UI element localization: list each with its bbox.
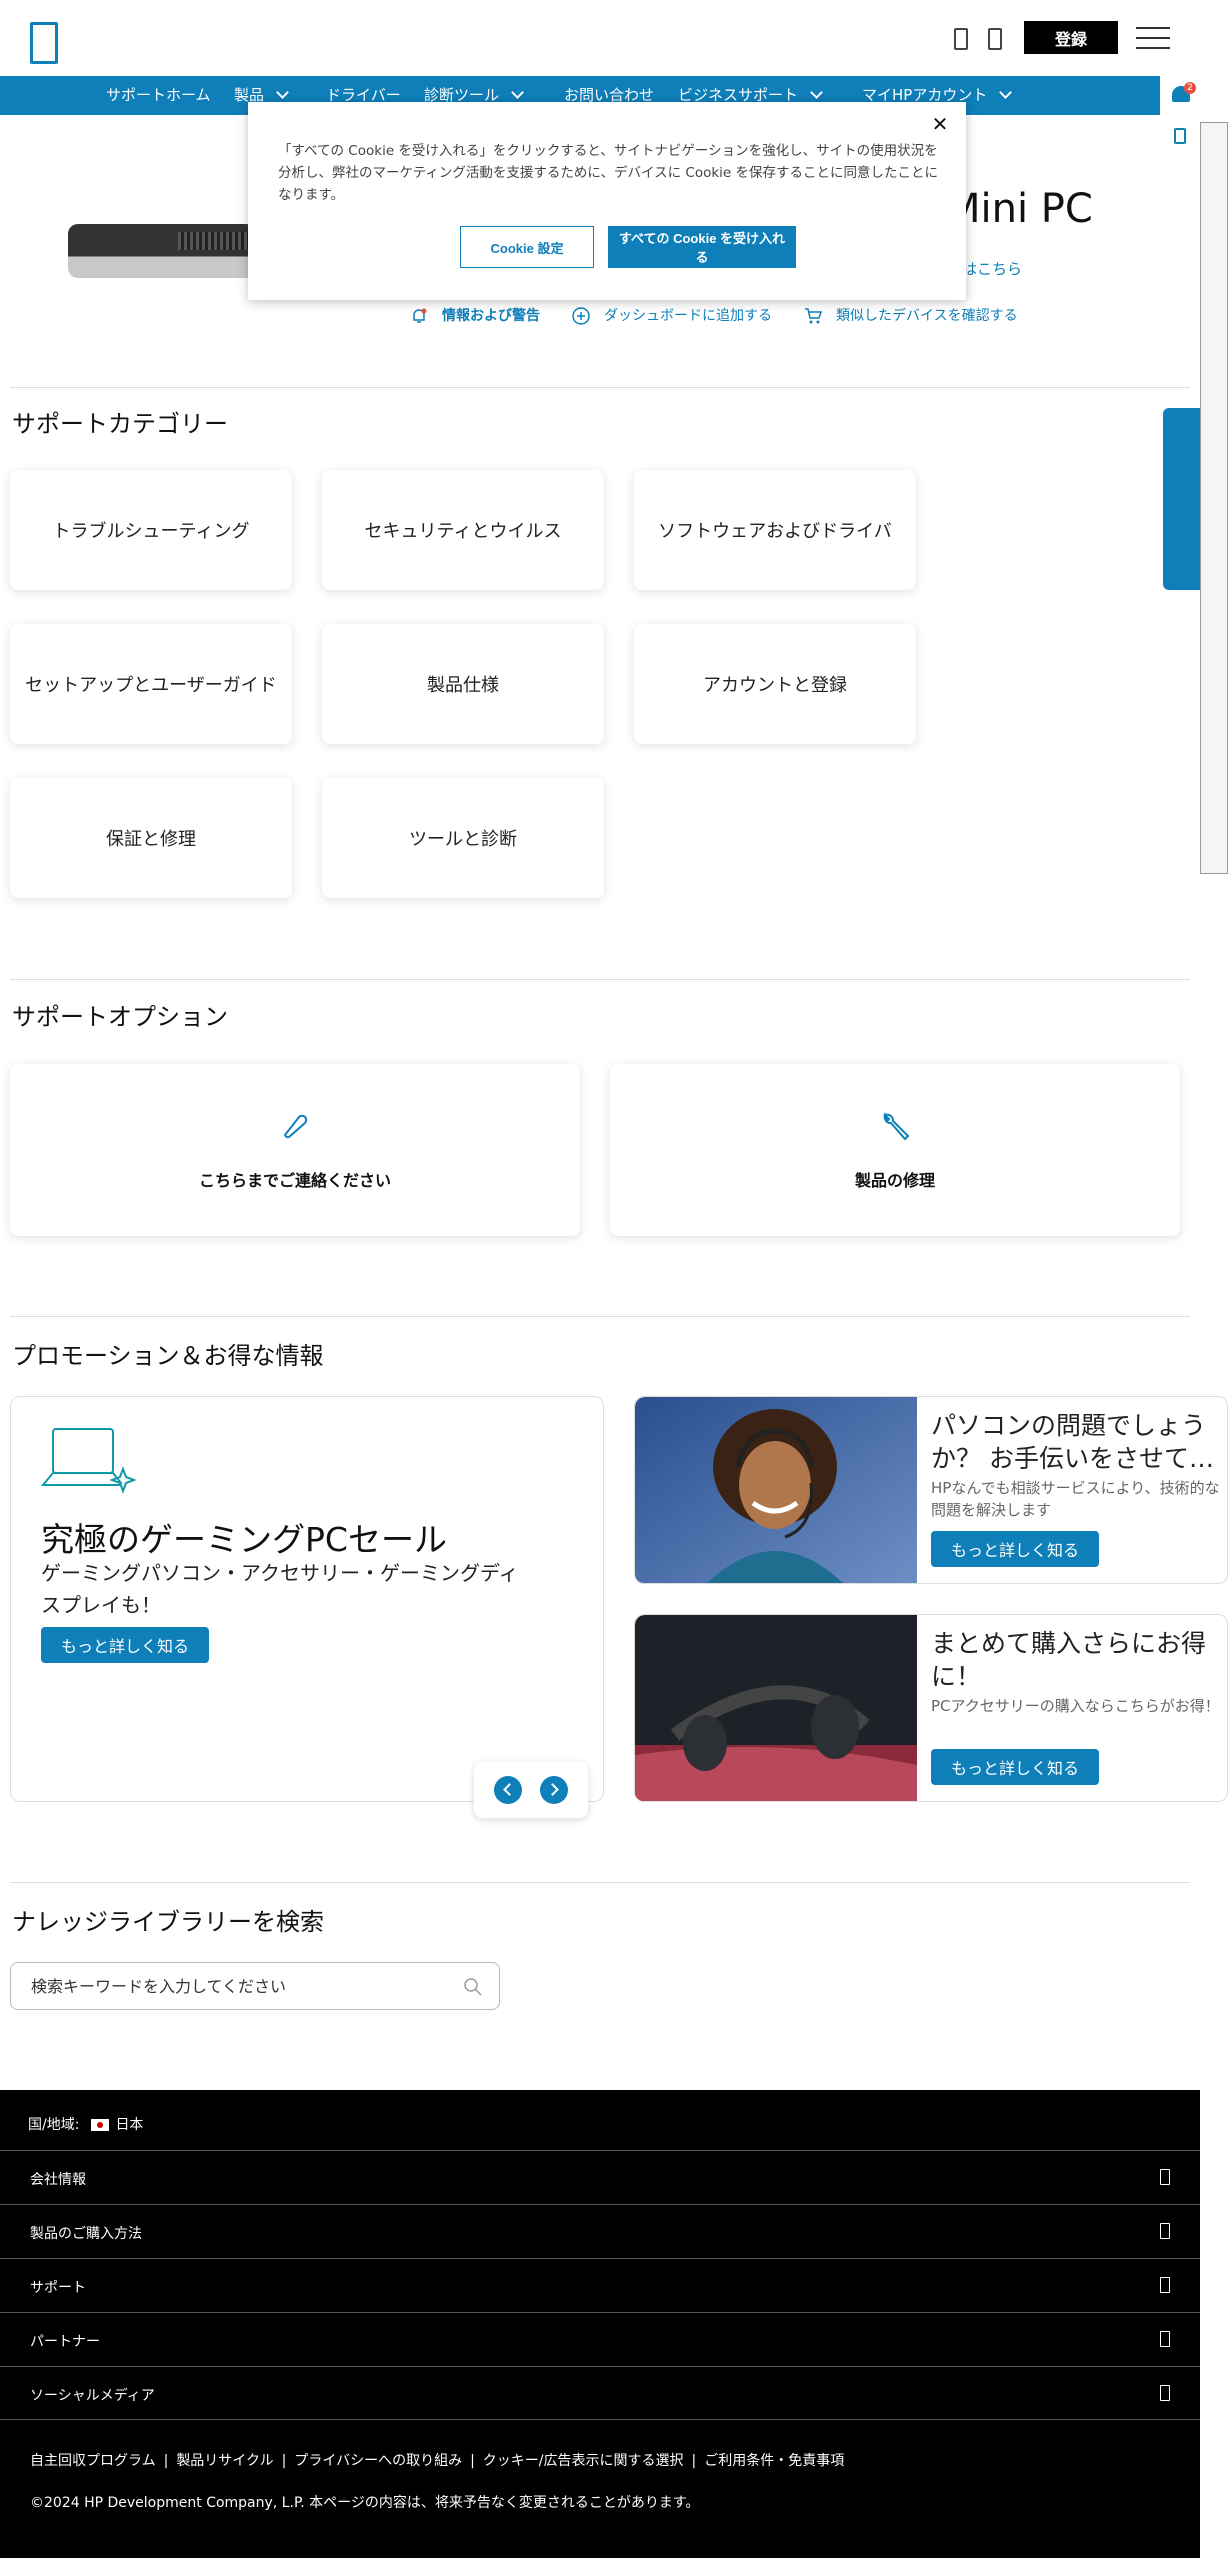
product-link[interactable]: はこちら [962,258,1022,279]
expand-icon [1160,2385,1170,2401]
section-divider [10,387,1190,388]
knowledge-search-box [10,1962,500,2010]
footer-legal-links: 自主回収プログラム | 製品リサイクル | プライバシーへの取り組み | クッキー/広告表示… [30,2453,845,2469]
product-image [68,218,256,280]
device-icon[interactable] [954,28,968,50]
category-account-registration[interactable]: アカウントと登録 [634,624,916,744]
expand-icon [1160,2223,1170,2239]
cart-icon [805,308,822,324]
footer-section-how-to-buy[interactable]: 製品のご購入方法 [0,2204,1200,2258]
footer-link-recall[interactable]: 自主回収プログラム [30,2453,156,2469]
footer-link-cookies[interactable]: クッキー/広告表示に関する選択 [483,2453,684,2469]
knowledge-search-input[interactable] [29,1971,449,2001]
promo-main-learn-more-button[interactable]: もっと詳しく知る [41,1627,210,1663]
chat-icon[interactable] [1174,128,1186,144]
promo-card-support-text: HPなんでも相談サービスにより、技術的な問題を解決します [931,1479,1220,1519]
cart-icon[interactable] [988,28,1002,50]
info-alerts-link[interactable]: 情報および警告 [410,304,540,328]
plus-circle-icon [572,307,590,325]
hp-logo-icon[interactable] [30,22,58,64]
phone-icon [283,1114,308,1139]
section-divider [10,1882,1190,1883]
promo-main-heading: 究極のゲーミングPCセール [41,1520,447,1559]
notification-badge: 2 [1184,82,1196,94]
chevron-down-icon [511,86,524,99]
contact-us-card[interactable]: こちらまでご連絡ください [10,1064,580,1236]
chevron-down-icon [999,86,1013,99]
nav-item-support-home[interactable]: サポートホーム [106,76,211,115]
cookie-text: 「すべての Cookie を受け入れる」をクリックすると、サイトナビゲーションを… [278,143,939,203]
footer-section-partners[interactable]: パートナー [0,2312,1200,2366]
category-troubleshooting[interactable]: トラブルシューティング [10,470,292,590]
promo-card-accessories-heading: まとめて購入さらにお得に！ [931,1629,1207,1691]
support-categories-title: サポートカテゴリー [12,410,228,438]
footer-section-support[interactable]: サポート [0,2258,1200,2312]
add-to-dashboard-link[interactable]: ダッシュボードに追加する [572,304,772,328]
expand-icon [1160,2331,1170,2347]
promo-card-support[interactable]: パソコンの問題でしょうか？ お手伝いをさせて… HPなんでも相談サービスにより、… [634,1396,1228,1584]
carousel-prev-button[interactable] [494,1776,522,1804]
footer-link-privacy[interactable]: プライバシーへの取り組み [294,2453,462,2469]
headset-image [635,1615,917,1801]
footer-link-recycling[interactable]: 製品リサイクル [176,2453,273,2469]
category-software-drivers[interactable]: ソフトウェアおよびドライバ [634,470,916,590]
scrollbar[interactable] [1200,122,1228,874]
promo-card-accessories-text: PCアクセサリーの購入ならこちらがお得！ [931,1697,1220,1715]
footer-section-social[interactable]: ソーシャルメディア [0,2366,1200,2420]
notification-bell-icon[interactable]: 2 [1168,80,1196,108]
accept-all-cookies-button[interactable]: すべての Cookie を受け入れる [608,226,796,268]
promo-card-support-heading: パソコンの問題でしょうか？ お手伝いをさせて… [931,1411,1214,1473]
carousel-next-button[interactable] [540,1776,568,1804]
chevron-down-icon [810,86,823,99]
category-setup-guides[interactable]: セットアップとユーザーガイド [10,624,292,744]
footer-section-company[interactable]: 会社情報 [0,2150,1200,2204]
promo-card-accessories[interactable]: まとめて購入さらにお得に！ PCアクセサリーの購入ならこちらがお得！ もっと詳し… [634,1614,1228,1802]
promo-main-card[interactable]: 究極のゲーミングPCセール ゲーミングパソコン・アクセサリー・ゲーミングディスプ… [10,1396,604,1802]
footer-link-terms[interactable]: ご利用条件・免責事項 [704,2453,844,2469]
copyright-text: ©2024 HP Development Company, L.P. 本ページの… [30,2495,700,2511]
promotions-title: プロモーション＆お得な情報 [12,1342,324,1370]
category-warranty-repair[interactable]: 保証と修理 [10,778,292,898]
promo-card-accessories-learn-more-button[interactable]: もっと詳しく知る [931,1749,1100,1785]
promo-card-support-learn-more-button[interactable]: もっと詳しく知る [931,1531,1100,1567]
similar-devices-link[interactable]: 類似したデバイスを確認する [804,304,1018,328]
promo-main-subtext: ゲーミングパソコン・アクセサリー・ゲーミングディスプレイも！ [41,1561,519,1617]
section-divider [10,1316,1190,1317]
region-selector[interactable]: 国/地域: 日本 [28,2114,143,2134]
login-button[interactable]: 登録 [1024,21,1118,54]
category-tools-diagnostics[interactable]: ツールと診断 [322,778,604,898]
category-product-specs[interactable]: 製品仕様 [322,624,604,744]
search-icon[interactable] [463,1977,483,1997]
expand-icon [1160,2169,1170,2185]
close-icon[interactable]: ✕ [928,112,952,136]
cookie-settings-button[interactable]: Cookie 設定 [460,226,594,268]
expand-icon [1160,2277,1170,2293]
chevron-down-icon [276,86,289,99]
section-divider [10,979,1190,980]
hamburger-menu-icon[interactable] [1136,24,1170,52]
japan-flag-icon [91,2119,110,2131]
support-agent-image [635,1397,917,1583]
site-header: 登録 [0,0,1228,76]
bell-icon [413,308,427,323]
product-repair-card[interactable]: 製品の修理 [610,1064,1180,1236]
knowledge-library-title: ナレッジライブラリーを検索 [12,1908,324,1936]
carousel-controls [474,1762,588,1818]
feedback-side-tab[interactable] [1163,408,1200,590]
category-security-virus[interactable]: セキュリティとウイルス [322,470,604,590]
wrench-icon [883,1111,910,1141]
laptop-sparkle-icon [41,1428,137,1494]
site-footer: 国/地域: 日本 会社情報 製品のご購入方法 サポート パートナー ソーシャルメデ… [0,2090,1200,2558]
cookie-consent-banner: ✕ 「すべての Cookie を受け入れる」をクリックすると、サイトナビゲーショ… [248,102,966,300]
support-options-title: サポートオプション [12,1003,228,1031]
product-title: Mini PC [946,186,1093,232]
